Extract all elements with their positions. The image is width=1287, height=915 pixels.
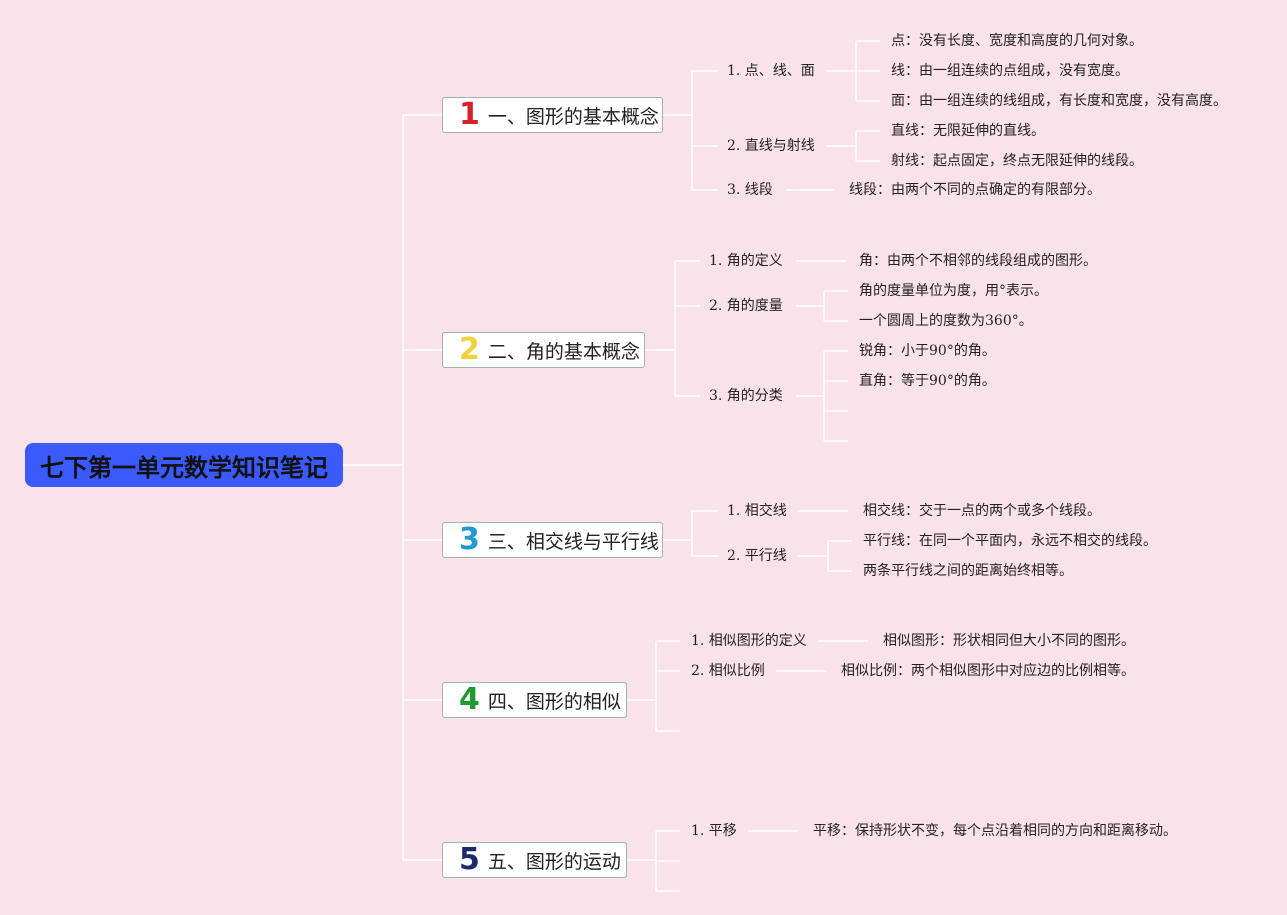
leaf-2-1-1[interactable]: 角：由两个不相邻的线段组成的图形。 bbox=[859, 253, 1097, 269]
sub-3-1[interactable]: 1. 相交线 bbox=[727, 503, 787, 519]
branch-1-title: 一、图形的基本概念 bbox=[487, 105, 659, 128]
leaf-3-1-1[interactable]: 相交线：交于一点的两个或多个线段。 bbox=[863, 503, 1101, 519]
leaf-1-2-1[interactable]: 直线：无限延伸的直线。 bbox=[891, 123, 1045, 139]
sub-2-3[interactable]: 3. 角的分类 bbox=[709, 388, 783, 404]
root-title: 七下第一单元数学知识笔记 bbox=[40, 453, 328, 482]
sub-4-2[interactable]: 2. 相似比例 bbox=[691, 663, 765, 679]
branch-4-title: 四、图形的相似 bbox=[487, 690, 621, 713]
branch-1[interactable]: 1 一、图形的基本概念 bbox=[442, 97, 663, 133]
root-topic[interactable]: 七下第一单元数学知识笔记 bbox=[25, 443, 343, 487]
branch-4[interactable]: 4 四、图形的相似 bbox=[442, 682, 627, 718]
leaf-2-3-2[interactable]: 直角：等于90°的角。 bbox=[859, 373, 996, 389]
branch-3[interactable]: 3 三、相交线与平行线 bbox=[442, 522, 663, 558]
leaf-1-1-2[interactable]: 线：由一组连续的点组成，没有宽度。 bbox=[891, 63, 1129, 79]
sub-1-3[interactable]: 3. 线段 bbox=[727, 182, 773, 198]
leaf-1-2-2[interactable]: 射线：起点固定，终点无限延伸的线段。 bbox=[891, 153, 1143, 169]
number-5-icon: 5 bbox=[459, 842, 480, 877]
leaf-4-1-1[interactable]: 相似图形：形状相同但大小不同的图形。 bbox=[883, 633, 1135, 649]
number-1-icon: 1 bbox=[459, 97, 480, 132]
leaf-2-2-2[interactable]: 一个圆周上的度数为360°。 bbox=[859, 313, 1033, 329]
branch-3-title: 三、相交线与平行线 bbox=[487, 530, 659, 553]
leaf-2-3-1[interactable]: 锐角：小于90°的角。 bbox=[859, 343, 996, 359]
leaf-1-1-1[interactable]: 点：没有长度、宽度和高度的几何对象。 bbox=[891, 33, 1143, 49]
sub-1-2[interactable]: 2. 直线与射线 bbox=[727, 138, 815, 154]
sub-4-1[interactable]: 1. 相似图形的定义 bbox=[691, 633, 807, 649]
branch-2-title: 二、角的基本概念 bbox=[487, 340, 640, 363]
sub-5-1[interactable]: 1. 平移 bbox=[691, 823, 737, 839]
sub-2-1[interactable]: 1. 角的定义 bbox=[709, 253, 783, 269]
number-4-icon: 4 bbox=[459, 682, 480, 717]
leaf-3-2-1[interactable]: 平行线：在同一个平面内，永远不相交的线段。 bbox=[863, 533, 1157, 549]
leaf-2-2-1[interactable]: 角的度量单位为度，用°表示。 bbox=[859, 283, 1048, 299]
leaf-4-2-1[interactable]: 相似比例：两个相似图形中对应边的比例相等。 bbox=[841, 663, 1135, 679]
number-3-icon: 3 bbox=[459, 522, 480, 557]
branch-2[interactable]: 2 二、角的基本概念 bbox=[442, 332, 645, 368]
sub-1-1[interactable]: 1. 点、线、面 bbox=[727, 63, 815, 79]
branch-5-title: 五、图形的运动 bbox=[487, 850, 621, 873]
sub-3-2[interactable]: 2. 平行线 bbox=[727, 548, 787, 564]
sub-2-2[interactable]: 2. 角的度量 bbox=[709, 298, 783, 314]
leaf-5-1-1[interactable]: 平移：保持形状不变，每个点沿着相同的方向和距离移动。 bbox=[813, 823, 1177, 839]
number-2-icon: 2 bbox=[459, 332, 480, 367]
branch-5[interactable]: 5 五、图形的运动 bbox=[442, 842, 627, 878]
leaf-3-2-2[interactable]: 两条平行线之间的距离始终相等。 bbox=[863, 563, 1073, 579]
leaf-1-3-1[interactable]: 线段：由两个不同的点确定的有限部分。 bbox=[849, 182, 1101, 198]
leaf-1-1-3[interactable]: 面：由一组连续的线组成，有长度和宽度，没有高度。 bbox=[891, 93, 1227, 109]
